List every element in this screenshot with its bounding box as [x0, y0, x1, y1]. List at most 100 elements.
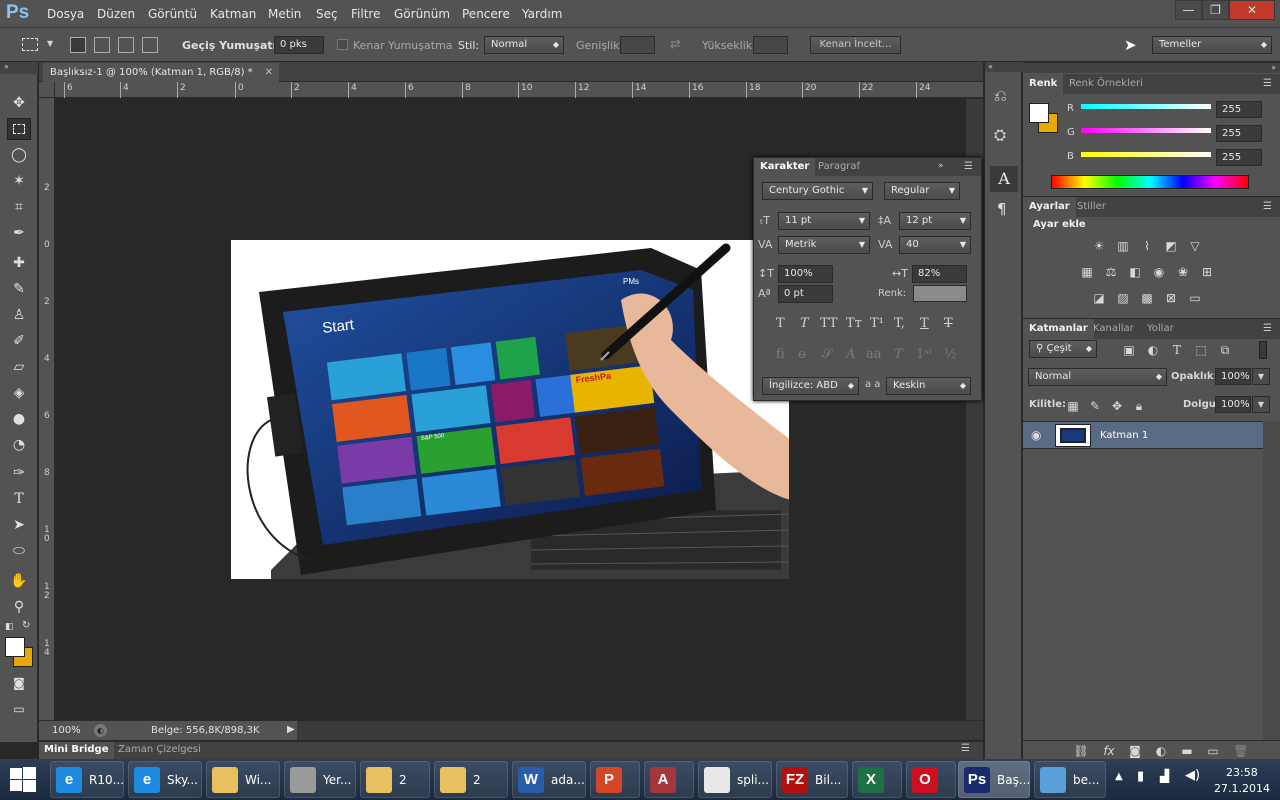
- ellipse-tool-icon[interactable]: ⬭: [7, 540, 31, 562]
- layer-filter-select[interactable]: ⚲ Çeşit ◆: [1029, 340, 1097, 358]
- subscript-icon[interactable]: T,: [894, 316, 905, 331]
- eyedropper-tool-icon[interactable]: ✒: [7, 222, 31, 244]
- layer-visibility-eye-icon[interactable]: ◉: [1031, 428, 1041, 442]
- r-slider[interactable]: [1081, 104, 1211, 109]
- leading-select[interactable]: 12 pt ▼: [899, 212, 971, 230]
- kerning-select[interactable]: Metrik ▼: [778, 236, 870, 254]
- menu-type[interactable]: Metin: [268, 7, 301, 21]
- taskbar-item[interactable]: O: [906, 761, 956, 798]
- history-panel-icon[interactable]: ⎌: [994, 86, 1007, 106]
- menu-window[interactable]: Pencere: [462, 7, 510, 21]
- vibrance-icon[interactable]: ▽: [1187, 239, 1203, 253]
- tab-swatches[interactable]: Renk Örnekleri: [1063, 74, 1149, 94]
- close-button[interactable]: ✕: [1229, 0, 1275, 20]
- channel-mixer-icon[interactable]: ❀: [1175, 265, 1191, 279]
- tab-timeline[interactable]: Zaman Çizelgesi: [118, 744, 201, 755]
- font-size-select[interactable]: 11 pt ▼: [778, 212, 870, 230]
- ordinal-st-icon[interactable]: 1ˢᵗ: [916, 347, 932, 362]
- color-spectrum[interactable]: [1051, 175, 1249, 189]
- blur-tool-icon[interactable]: ●: [7, 408, 31, 430]
- filter-shape-icon[interactable]: ⬚: [1193, 343, 1209, 357]
- swash-icon[interactable]: 𝒮: [822, 347, 832, 362]
- posterize-icon[interactable]: ▨: [1115, 291, 1131, 305]
- move-tool-icon[interactable]: ✥: [7, 92, 31, 114]
- document-tab[interactable]: Başlıksız-1 @ 100% (Katman 1, RGB/8) * ✕: [43, 63, 279, 82]
- close-tab-icon[interactable]: ✕: [265, 63, 273, 82]
- new-selection-icon[interactable]: [70, 37, 86, 53]
- taskbar-item[interactable]: X: [852, 761, 902, 798]
- text-color-swatch[interactable]: [913, 285, 967, 302]
- filter-toggle[interactable]: [1259, 341, 1267, 359]
- width-input[interactable]: [620, 36, 655, 54]
- new-group-icon[interactable]: ▬: [1179, 744, 1195, 758]
- swap-colors-icon[interactable]: ↻: [22, 620, 30, 631]
- taskbar-item[interactable]: e R10...: [50, 761, 124, 798]
- invert-icon[interactable]: ◪: [1091, 291, 1107, 305]
- hue-saturation-icon[interactable]: ▦: [1079, 265, 1095, 279]
- tab-styles[interactable]: Stiller: [1071, 197, 1112, 217]
- levels-icon[interactable]: ▥: [1115, 239, 1131, 253]
- preset-dropdown-icon[interactable]: ▼: [47, 39, 53, 48]
- path-selection-tool-icon[interactable]: ➤: [7, 514, 31, 536]
- menu-image[interactable]: Görüntü: [148, 7, 197, 21]
- add-mask-icon[interactable]: ◙: [1127, 744, 1143, 758]
- taskbar-item[interactable]: spli...: [698, 761, 772, 798]
- height-input[interactable]: [753, 36, 788, 54]
- threshold-icon[interactable]: ▩: [1139, 291, 1155, 305]
- tab-layers[interactable]: Katmanlar: [1023, 319, 1094, 339]
- blend-mode-select[interactable]: Normal ◆: [1028, 368, 1167, 386]
- menu-filter[interactable]: Filtre: [351, 7, 380, 21]
- foreground-color-swatch[interactable]: [5, 637, 25, 657]
- black-white-icon[interactable]: ◧: [1127, 265, 1143, 279]
- stylistic-alternates-icon[interactable]: A: [846, 347, 855, 362]
- delete-layer-icon[interactable]: 🗑︎: [1233, 744, 1249, 758]
- g-slider[interactable]: [1081, 128, 1211, 133]
- selective-color-icon[interactable]: ⊠: [1163, 291, 1179, 305]
- tray-expand-icon[interactable]: ▲: [1115, 771, 1123, 782]
- tab-channels[interactable]: Kanallar: [1087, 319, 1140, 339]
- all-caps-icon[interactable]: TT: [820, 316, 838, 331]
- taskbar-item[interactable]: A: [644, 761, 694, 798]
- taskbar-item[interactable]: Wada...: [512, 761, 586, 798]
- clone-stamp-tool-icon[interactable]: ♙: [7, 304, 31, 326]
- quick-selection-tool-icon[interactable]: ✶: [7, 170, 31, 192]
- refine-edge-button[interactable]: Kenarı İncelt...: [810, 36, 901, 54]
- gradient-map-icon[interactable]: ▭: [1187, 291, 1203, 305]
- workspace-select[interactable]: Temeller ◆: [1152, 36, 1272, 54]
- titling-alternates-icon[interactable]: aa: [866, 347, 882, 362]
- menu-edit[interactable]: Düzen: [97, 7, 135, 21]
- lasso-tool-icon[interactable]: ◯: [7, 144, 31, 166]
- ruler-origin[interactable]: [39, 82, 55, 98]
- tracking-select[interactable]: 40 ▼: [899, 236, 971, 254]
- hand-tool-icon[interactable]: ✋: [7, 570, 31, 592]
- menu-view[interactable]: Görünüm: [394, 7, 450, 21]
- superscript-icon[interactable]: T¹: [870, 316, 884, 331]
- brightness-icon[interactable]: ☀: [1091, 239, 1107, 253]
- toolbar-collapse-icon[interactable]: »: [0, 62, 38, 74]
- add-selection-icon[interactable]: [94, 37, 110, 53]
- brush-tool-icon[interactable]: ✎: [7, 278, 31, 300]
- pen-tool-icon[interactable]: ✑: [7, 462, 31, 484]
- opacity-input[interactable]: 100%: [1215, 368, 1251, 385]
- panel-menu-icon[interactable]: ☰: [964, 161, 973, 172]
- taskbar-item[interactable]: e Sky...: [128, 761, 202, 798]
- tab-mini-bridge[interactable]: Mini Bridge: [39, 742, 114, 759]
- marquee-preset-icon[interactable]: [22, 38, 38, 51]
- character-panel-icon[interactable]: A: [990, 166, 1018, 192]
- ligatures-icon[interactable]: ﬁ: [776, 347, 785, 362]
- color-lookup-icon[interactable]: ⊞: [1199, 265, 1215, 279]
- windows-start-icon[interactable]: [8, 765, 38, 795]
- eraser-tool-icon[interactable]: ▱: [7, 356, 31, 378]
- document-image[interactable]: Start PMs S&P 500 FreshPa: [231, 240, 789, 579]
- r-input[interactable]: 255: [1216, 101, 1262, 118]
- color-fg-swatch[interactable]: [1029, 103, 1049, 123]
- fill-input[interactable]: 100%: [1215, 396, 1251, 413]
- intersect-selection-icon[interactable]: [142, 37, 158, 53]
- menu-select[interactable]: Seç: [316, 7, 338, 21]
- exposure-icon[interactable]: ◩: [1163, 239, 1179, 253]
- new-layer-icon[interactable]: ▭: [1205, 744, 1221, 758]
- filter-adjustment-icon[interactable]: ◐: [1145, 343, 1161, 357]
- antialias-checkbox[interactable]: [337, 39, 348, 50]
- rectangular-marquee-tool-icon[interactable]: [7, 118, 31, 140]
- antialias-select[interactable]: Keskin ◆: [886, 377, 971, 395]
